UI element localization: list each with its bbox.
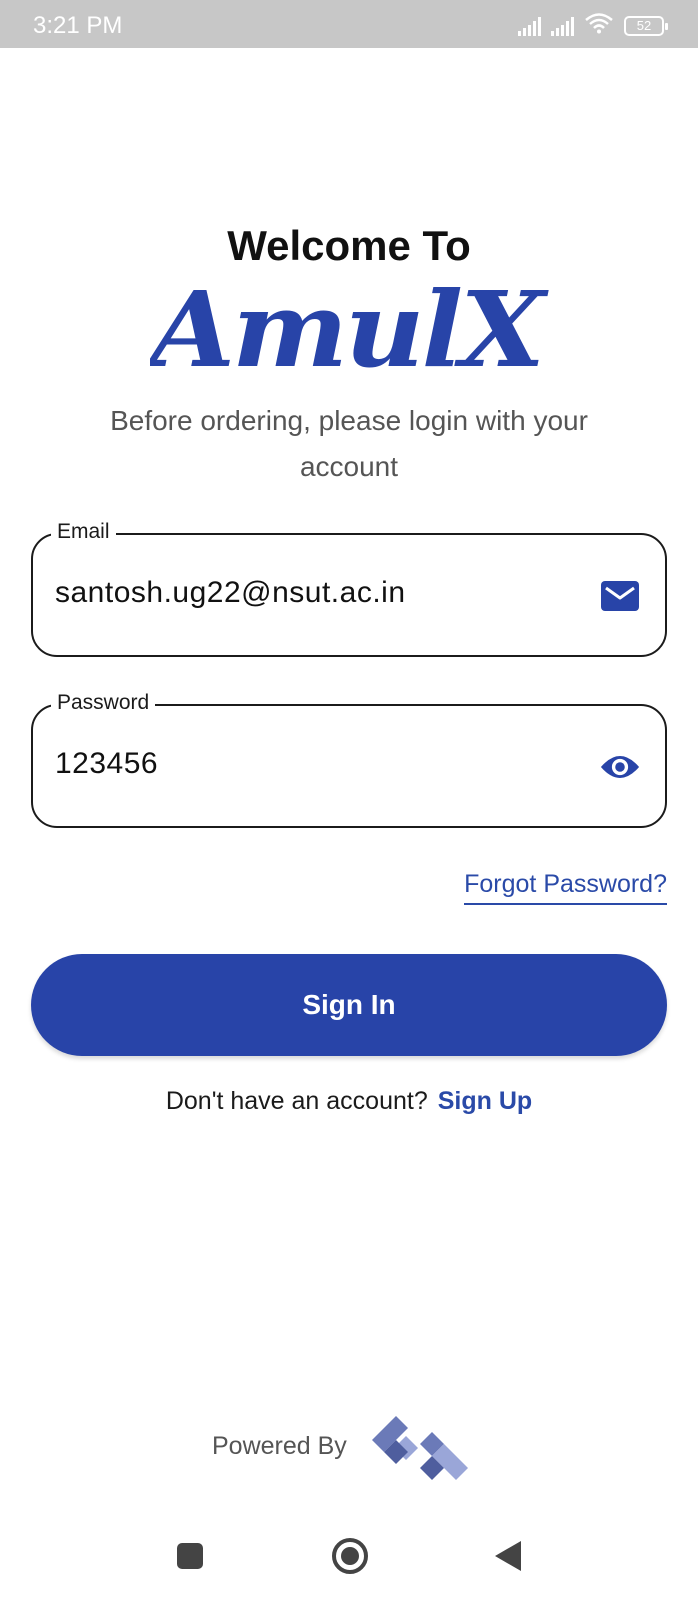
navigation-bar xyxy=(0,1508,698,1600)
back-icon[interactable] xyxy=(484,1532,532,1580)
signal-icon xyxy=(518,16,541,36)
mail-icon xyxy=(599,579,641,613)
forgot-password-link[interactable]: Forgot Password? xyxy=(464,870,667,905)
welcome-title: Welcome To xyxy=(227,222,471,269)
signup-row: Don't have an account? Sign Up xyxy=(0,1087,698,1116)
eye-icon[interactable] xyxy=(599,750,641,784)
email-field[interactable]: Email xyxy=(31,520,667,657)
powered-by-text: Powered By xyxy=(212,1432,347,1460)
sign-up-link[interactable]: Sign Up xyxy=(438,1087,532,1115)
password-input[interactable] xyxy=(55,736,575,792)
status-time: 3:21 PM xyxy=(33,12,123,39)
password-label: Password xyxy=(51,691,156,715)
brand-logo: AmulX xyxy=(150,278,550,388)
email-label: Email xyxy=(51,520,116,544)
status-bar: 3:21 PM 52 xyxy=(0,0,698,48)
partner-logo-icon xyxy=(372,1416,468,1480)
brand-logo-text: AmulX xyxy=(150,278,550,388)
battery-icon: 52 xyxy=(624,15,668,36)
home-icon[interactable] xyxy=(326,1532,374,1580)
recents-icon[interactable] xyxy=(166,1532,214,1580)
wifi-icon xyxy=(584,12,614,39)
status-icons: 52 xyxy=(518,12,668,39)
password-field[interactable]: Password xyxy=(31,691,667,828)
login-subtitle: Before ordering, please login with your … xyxy=(110,405,588,482)
no-account-text: Don't have an account? xyxy=(165,1087,428,1115)
signal-icon xyxy=(551,16,574,36)
sign-in-button[interactable]: Sign In xyxy=(31,954,667,1056)
email-input[interactable] xyxy=(55,565,575,621)
